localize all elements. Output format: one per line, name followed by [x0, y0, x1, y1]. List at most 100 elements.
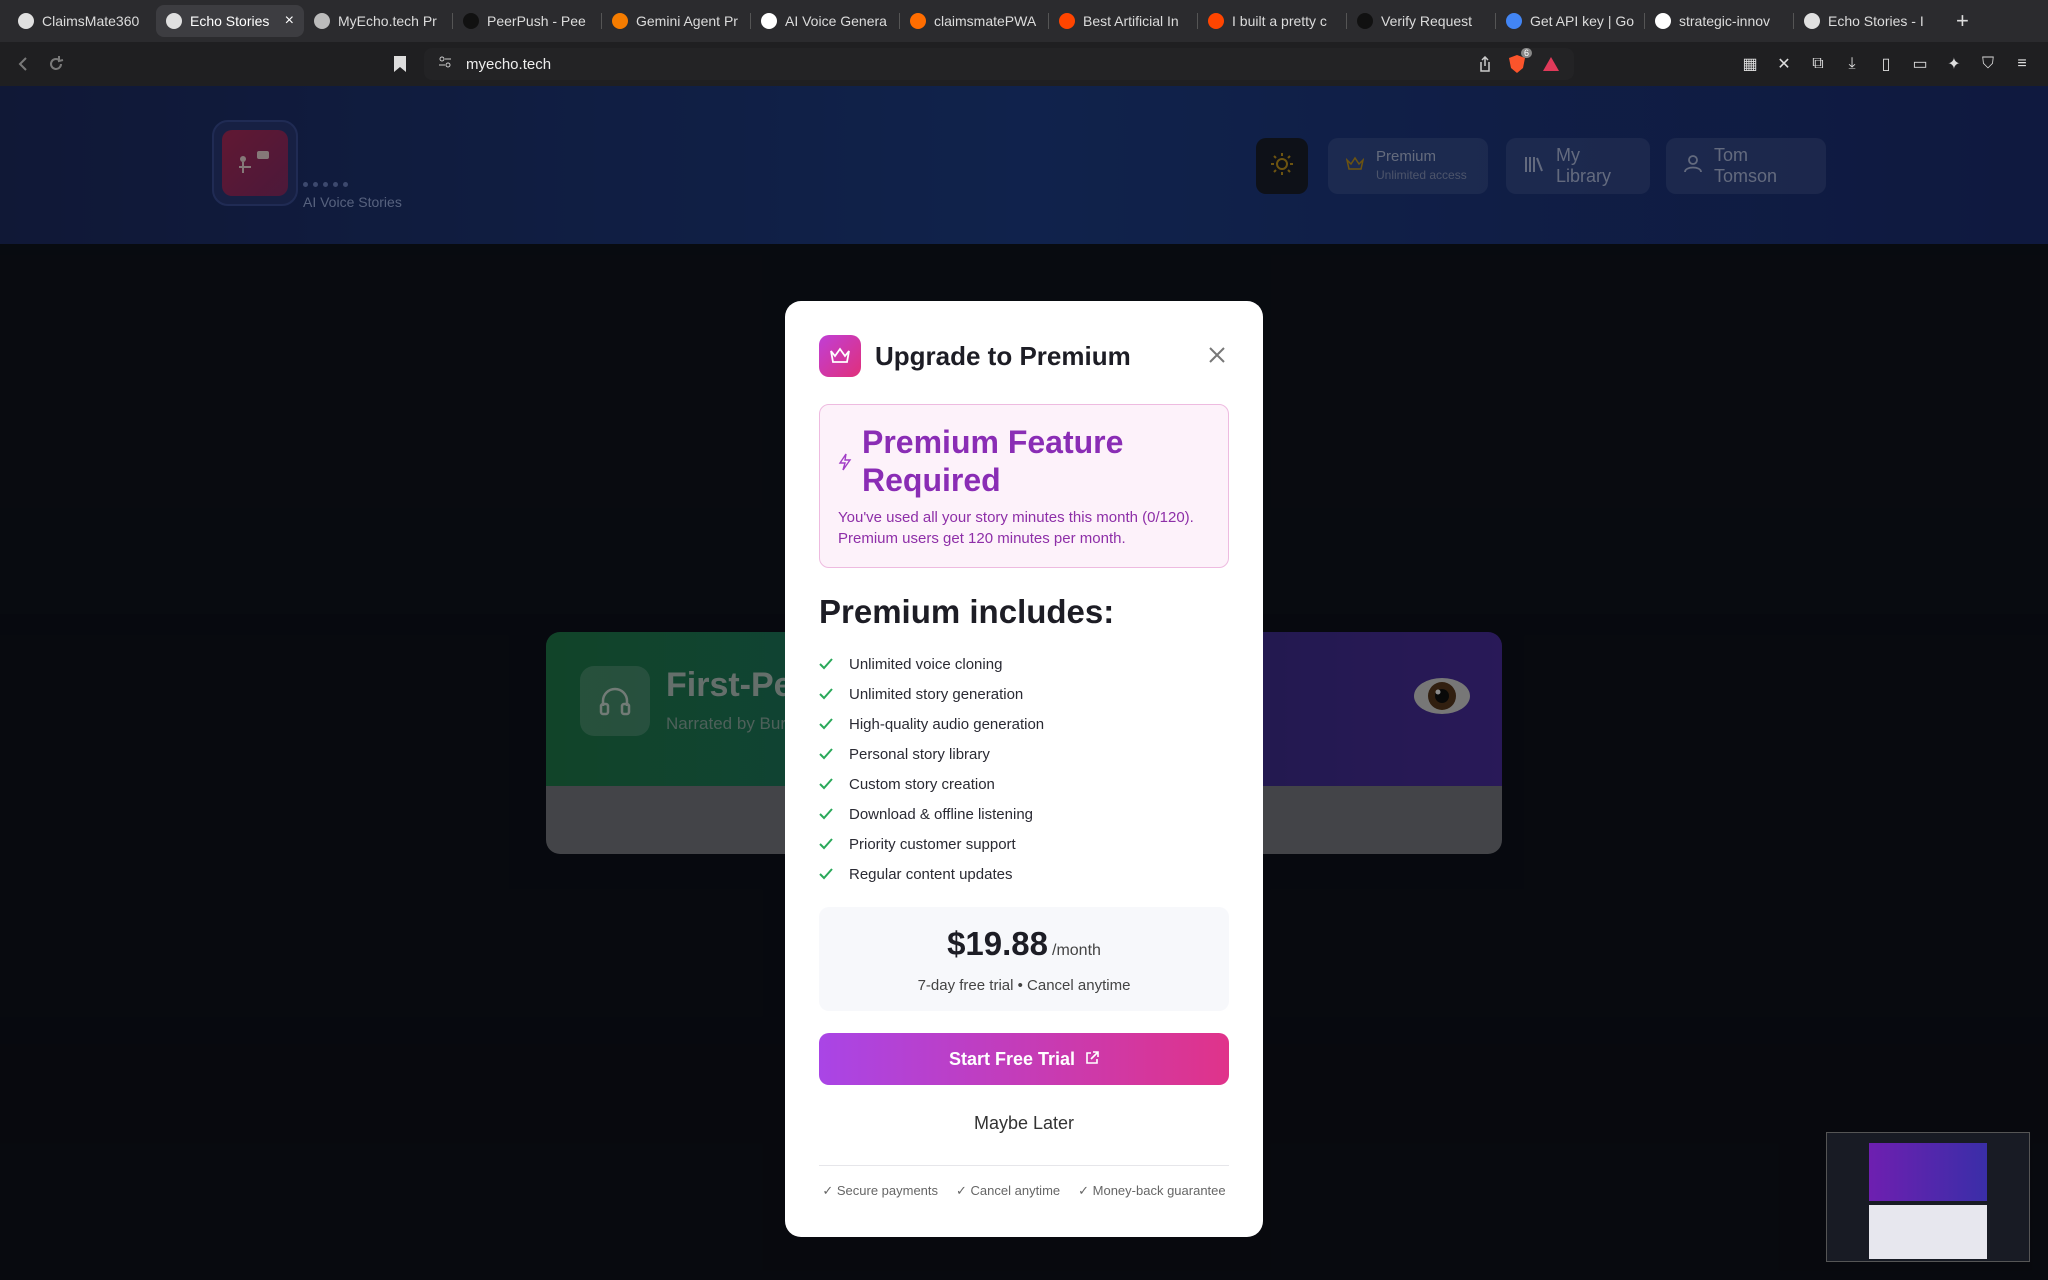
- feature-label: Regular content updates: [849, 865, 1013, 883]
- feature-label: Custom story creation: [849, 775, 995, 793]
- brave-shield-icon[interactable]: 6: [1508, 48, 1532, 78]
- browser-tab[interactable]: Echo Stories - I: [1794, 5, 1942, 37]
- url-text[interactable]: myecho.tech: [466, 56, 551, 73]
- maybe-later-button[interactable]: Maybe Later: [819, 1107, 1229, 1139]
- extension-x-icon[interactable]: ✕: [1774, 54, 1794, 74]
- extensions-area: ▦ ✕ ⧉ ⤓ ▯ ▭ ✦ ⛉ ≡: [1740, 54, 2032, 74]
- check-icon: [819, 748, 835, 760]
- tab-label: PeerPush - Pee: [487, 13, 586, 29]
- site-settings-icon[interactable]: [438, 55, 452, 73]
- brave-rewards-icon[interactable]: [1542, 56, 1560, 76]
- feature-item: Custom story creation: [819, 769, 1044, 799]
- qr-icon[interactable]: ▦: [1740, 54, 1760, 74]
- lightning-icon: [838, 453, 852, 476]
- check-icon: [819, 778, 835, 790]
- tab-bar: ClaimsMate360 Echo Stories × MyEcho.tech Pr…: [0, 0, 2048, 42]
- tab-favicon-icon: [761, 13, 777, 29]
- thumbnail-header: [1869, 1143, 1987, 1201]
- check-icon: [819, 658, 835, 670]
- tab-label: Gemini Agent Pr: [636, 13, 738, 29]
- price: $19.88: [947, 925, 1048, 962]
- browser-tab[interactable]: PeerPush - Pee: [453, 5, 601, 37]
- alert-title: Premium Feature Required: [862, 424, 1124, 498]
- tab-label: AI Voice Genera: [785, 13, 887, 29]
- modal-title: Upgrade to Premium: [875, 340, 1131, 371]
- tab-label: ClaimsMate360: [42, 13, 140, 29]
- puzzle-icon[interactable]: ⧉: [1808, 54, 1828, 74]
- tab-label: I built a pretty c: [1232, 13, 1327, 29]
- thumbnail-content: [1869, 1205, 1987, 1259]
- start-free-trial-button[interactable]: Start Free Trial: [819, 1033, 1229, 1085]
- browser-toolbar: myecho.tech 6 ▦ ✕ ⧉ ⤓ ▯ ▭ ✦ ⛉ ≡: [0, 42, 2048, 1236]
- tab-label: strategic-innov: [1679, 13, 1771, 29]
- tab-label: Echo Stories: [190, 13, 270, 29]
- tab-favicon-icon: [18, 13, 34, 29]
- check-icon: [819, 868, 835, 880]
- tab-label: Echo Stories - I: [1828, 13, 1924, 29]
- new-tab-button[interactable]: +: [1956, 8, 1969, 34]
- premium-required-alert: Premium Feature Required You've used all…: [819, 404, 1229, 568]
- menu-icon[interactable]: ≡: [2012, 54, 2032, 74]
- upgrade-modal: Upgrade to Premium Premium Feature Requi…: [785, 301, 1263, 1237]
- feature-label: Download & offline listening: [849, 805, 1034, 823]
- browser-tab[interactable]: Get API key | Go: [1496, 5, 1644, 37]
- tab-close-icon[interactable]: ×: [285, 12, 294, 30]
- address-bar[interactable]: myecho.tech 6: [424, 48, 1574, 80]
- feature-label: Unlimited voice cloning: [849, 655, 1003, 673]
- feature-item: Personal story library: [819, 739, 1044, 769]
- price-note: 7-day free trial • Cancel anytime: [917, 977, 1131, 994]
- tab-favicon-icon: [166, 13, 182, 29]
- guarantees: ✓ Secure payments ✓ Cancel anytime ✓ Money…: [819, 1183, 1229, 1199]
- browser-tab[interactable]: I built a pretty c: [1198, 5, 1346, 37]
- includes-title: Premium includes:: [819, 593, 1115, 630]
- url-actions: 6: [1478, 48, 1560, 78]
- tab-label: Get API key | Go: [1530, 13, 1634, 29]
- browser-tab[interactable]: AI Voice Genera: [751, 5, 899, 37]
- tab-label: Verify Request: [1381, 13, 1473, 29]
- browser-tab[interactable]: Gemini Agent Pr: [602, 5, 750, 37]
- tab-favicon-icon: [1357, 13, 1373, 29]
- preview-thumbnail[interactable]: [1826, 1132, 2030, 1262]
- guarantee-item: ✓ Cancel anytime: [956, 1183, 1061, 1198]
- vpn-icon[interactable]: ⛉: [1978, 54, 1998, 74]
- feature-item: Regular content updates: [819, 859, 1044, 889]
- feature-item: Priority customer support: [819, 829, 1044, 859]
- guarantee-item: ✓ Money-back guarantee: [1078, 1183, 1226, 1198]
- browser-tab[interactable]: Echo Stories ×: [156, 5, 304, 37]
- external-link-icon: [1085, 1049, 1099, 1070]
- price-period: /month: [1052, 942, 1101, 959]
- leo-ai-icon[interactable]: ✦: [1944, 54, 1964, 74]
- check-icon: [819, 718, 835, 730]
- browser-tab[interactable]: MyEcho.tech Pr: [304, 5, 452, 37]
- feature-item: High-quality audio generation: [819, 709, 1044, 739]
- browser-tab[interactable]: strategic-innov: [1645, 5, 1793, 37]
- tab-favicon-icon: [910, 13, 926, 29]
- bookmark-icon[interactable]: [384, 48, 416, 80]
- modal-header: Upgrade to Premium: [819, 335, 1131, 377]
- shield-count-badge: 6: [1520, 48, 1532, 58]
- feature-item: Download & offline listening: [819, 799, 1044, 829]
- tab-favicon-icon: [1655, 13, 1671, 29]
- feature-label: High-quality audio generation: [849, 715, 1045, 733]
- tab-favicon-icon: [314, 13, 330, 29]
- browser-tab[interactable]: Verify Request: [1347, 5, 1495, 37]
- feature-item: Unlimited story generation: [819, 679, 1044, 709]
- feature-label: Priority customer support: [849, 835, 1016, 853]
- browser-tab[interactable]: ClaimsMate360: [8, 5, 156, 37]
- sidebar-icon[interactable]: ▯: [1876, 54, 1896, 74]
- browser-tab[interactable]: claimsmatePWA: [900, 5, 1048, 37]
- divider: [819, 1165, 1229, 1166]
- wallet-icon[interactable]: ▭: [1910, 54, 1930, 74]
- feature-item: Unlimited voice cloning: [819, 649, 1044, 679]
- check-icon: [819, 838, 835, 850]
- check-icon: [819, 688, 835, 700]
- download-icon[interactable]: ⤓: [1842, 54, 1862, 74]
- feature-label: Personal story library: [849, 745, 990, 763]
- close-icon[interactable]: [1205, 343, 1229, 367]
- tab-label: MyEcho.tech Pr: [338, 13, 437, 29]
- share-icon[interactable]: [1478, 55, 1492, 76]
- guarantee-item: ✓ Secure payments: [822, 1183, 939, 1198]
- tab-favicon-icon: [1506, 13, 1522, 29]
- tab-label: claimsmatePWA: [934, 13, 1037, 29]
- browser-tab[interactable]: Best Artificial In: [1049, 5, 1197, 37]
